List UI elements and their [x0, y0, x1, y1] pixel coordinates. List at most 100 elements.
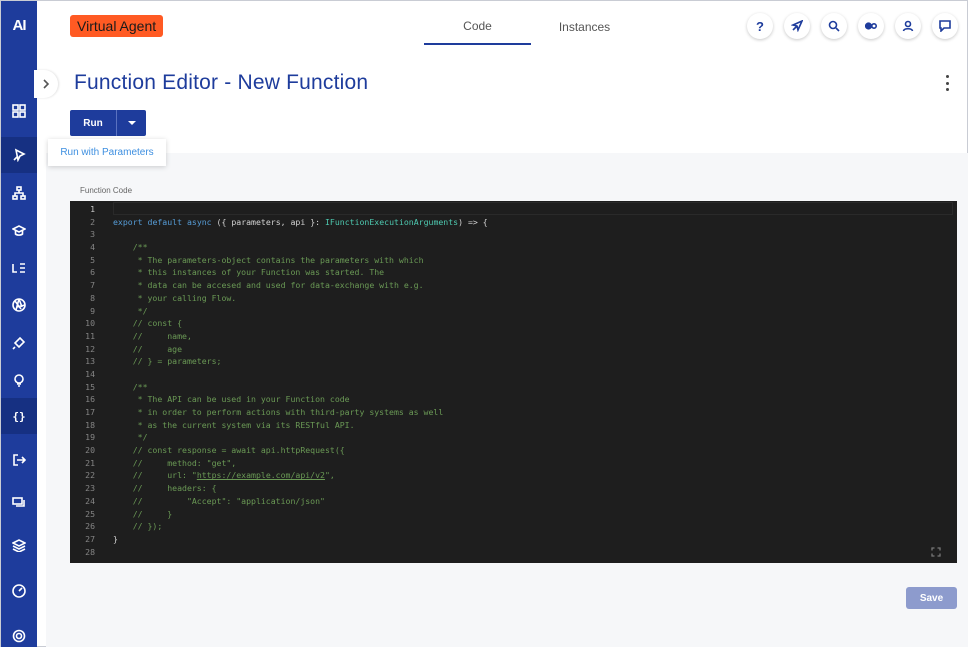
toggle-button[interactable] [858, 13, 884, 39]
code-line: // const response = await api.httpReques… [113, 445, 345, 456]
sidebar-item-dashboard[interactable] [1, 93, 37, 129]
list-icon [12, 263, 25, 273]
code-content[interactable]: export default async ({ parameters, api … [113, 203, 957, 558]
sidebar-item-training[interactable] [1, 213, 37, 249]
help-icon: ? [756, 18, 764, 34]
code-line: * this instances of your Function was st… [113, 267, 385, 278]
sidebar-item-lexicons[interactable] [1, 250, 37, 286]
sidebar-item-functions[interactable]: {} [1, 398, 37, 434]
code-braces-icon: {} [12, 409, 26, 423]
kebab-dot [945, 75, 949, 78]
sidebar-item-analytics[interactable] [1, 573, 37, 609]
line-number: 26 [85, 521, 95, 532]
graduation-cap-icon [12, 225, 26, 236]
sidebar-item-conversations[interactable] [1, 485, 37, 521]
line-number: 19 [85, 432, 95, 443]
code-line: // "Accept": "application/json" [113, 495, 325, 506]
profile-button[interactable] [895, 13, 921, 39]
line-number: 9 [90, 305, 95, 316]
compass-icon [791, 20, 803, 32]
chat-icon [12, 497, 25, 507]
sidebar-item-settings[interactable] [1, 618, 37, 647]
line-number: 18 [85, 419, 95, 430]
kebab-dot [945, 88, 949, 91]
code-label: Function Code [80, 186, 133, 195]
navigation-button[interactable] [784, 13, 810, 39]
line-number: 5 [90, 254, 95, 265]
code-line: // const { [113, 318, 183, 329]
line-number: 28 [85, 546, 95, 557]
code-line: // headers: { [113, 483, 217, 494]
code-line: // }); [113, 521, 163, 532]
search-button[interactable] [821, 13, 847, 39]
help-button[interactable]: ? [747, 13, 773, 39]
page-title: Function Editor - New Function [74, 71, 369, 94]
code-line: /** [113, 381, 148, 392]
kebab-dot [945, 81, 949, 85]
code-line: */ [113, 432, 148, 443]
line-number: 15 [85, 381, 95, 392]
line-number: 25 [85, 508, 95, 519]
line-number: 13 [85, 356, 95, 367]
line-number: 16 [85, 394, 95, 405]
code-line: /** [113, 242, 148, 253]
lightbulb-icon [14, 374, 24, 387]
code-line: * data can be accesed and used for data-… [113, 280, 424, 291]
header-actions: ? [747, 13, 968, 39]
line-number: 6 [90, 267, 95, 278]
code-line: * The API can be used in your Function c… [113, 394, 350, 405]
sidebar-item-flows[interactable] [1, 175, 37, 211]
run-button[interactable]: Run [70, 110, 116, 136]
line-number: 17 [85, 407, 95, 417]
code-line: * your calling Flow. [113, 292, 237, 303]
line-number: 7 [90, 280, 95, 291]
code-line: // name, [113, 330, 192, 341]
sidebar-item-endpoints[interactable] [1, 527, 37, 563]
line-number: 20 [85, 445, 95, 456]
tab-instances[interactable]: Instances [531, 9, 638, 45]
sidebar-item-deploy[interactable] [1, 442, 37, 478]
code-line: * The parameters-object contains the par… [113, 254, 424, 265]
toggle-icon [865, 22, 877, 30]
line-number: 21 [85, 457, 95, 468]
line-number: 12 [85, 343, 95, 354]
more-options-button[interactable] [941, 75, 953, 91]
save-button[interactable]: Save [906, 587, 957, 609]
chevron-right-icon [43, 79, 50, 89]
pin-icon [13, 148, 26, 162]
brand-badge: Virtual Agent [70, 15, 164, 37]
hierarchy-icon [12, 186, 26, 200]
code-line: // } = parameters; [113, 356, 222, 367]
sidebar-item-nlu[interactable] [1, 287, 37, 323]
fullscreen-button[interactable] [931, 547, 941, 557]
line-number: 24 [85, 495, 95, 506]
code-line: // url: "https://example.com/api/v2", [113, 470, 335, 481]
run-button-group: Run [70, 110, 146, 136]
code-line: * as the current system via its RESTful … [113, 419, 355, 430]
gear-icon [12, 629, 26, 643]
plug-icon [12, 336, 26, 350]
sidebar-expand-toggle[interactable] [34, 70, 58, 98]
expand-icon [931, 547, 941, 557]
tab-code[interactable]: Code [424, 9, 531, 45]
sidebar-item-tools[interactable] [1, 325, 37, 361]
user-icon [902, 20, 914, 32]
code-editor[interactable]: 1 2 3 4 5 6 7 8 9 10 11 12 13 14 15 16 17 18 19 20 21 22 23 24 2… [70, 201, 957, 563]
line-number-gutter: 1 2 3 4 5 6 7 8 9 10 11 12 13 14 15 16 17 18 19 20 21 22 23 24 2… [70, 203, 100, 558]
sidebar-item-insights[interactable] [1, 362, 37, 398]
line-number: 2 [90, 216, 95, 227]
run-with-parameters-item[interactable]: Run with Parameters [48, 139, 166, 166]
sidebar-item-build[interactable] [1, 137, 37, 173]
code-line: // age [113, 343, 183, 354]
app-logo[interactable]: AI [1, 11, 37, 41]
code-line: * in order to perform actions with third… [113, 407, 444, 417]
search-icon [828, 20, 840, 32]
run-options-toggle[interactable] [116, 110, 146, 136]
caret-down-icon [127, 121, 136, 125]
code-line: // method: "get", [113, 457, 237, 468]
feedback-button[interactable] [932, 13, 958, 39]
line-number: 22 [85, 470, 95, 481]
